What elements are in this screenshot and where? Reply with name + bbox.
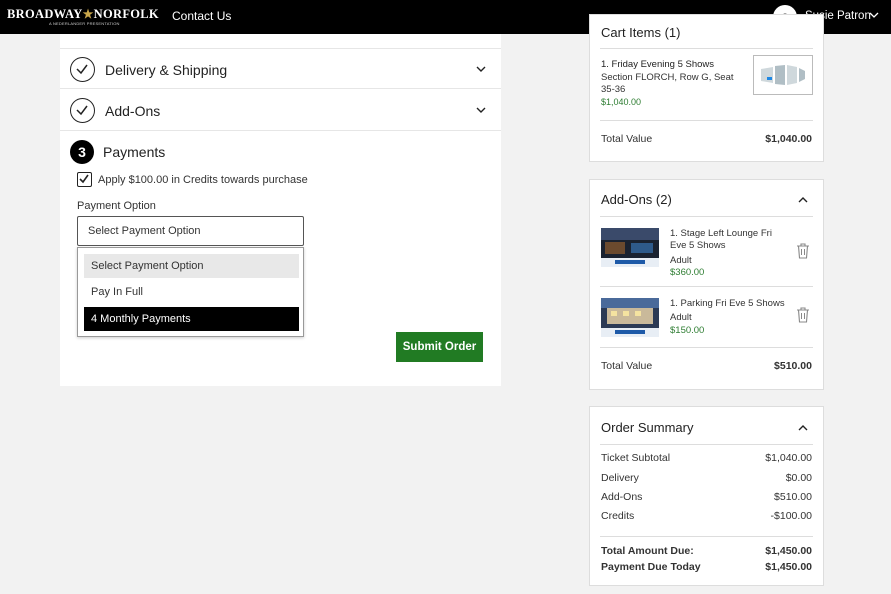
cart-total-value: $1,040.00: [765, 133, 812, 145]
section-label: Delivery & Shipping: [105, 62, 228, 78]
check-circle-icon: [70, 57, 95, 82]
addon-item-price: $150.00: [670, 325, 705, 336]
logo-subtitle: A NEDERLANDER PRESENTATION: [49, 21, 120, 26]
chevron-up-icon[interactable]: [797, 194, 809, 206]
total-due-label: Total Amount Due:: [601, 545, 694, 557]
trash-icon[interactable]: [796, 243, 810, 259]
summary-row-label: Credits: [601, 510, 635, 522]
star-icon: ★: [82, 7, 94, 21]
addons-total-label: Total Value: [601, 360, 653, 372]
section-add-ons[interactable]: Add-Ons: [60, 90, 501, 131]
divider: [600, 286, 813, 287]
addon-item-price: $360.00: [670, 267, 705, 278]
payments-title: Payments: [103, 144, 166, 160]
option-select-payment[interactable]: Select Payment Option: [84, 254, 299, 278]
option-4-monthly-payments[interactable]: 4 Monthly Payments: [84, 307, 299, 331]
add-ons-card: Add-Ons (2) 1. Stage Left Lounge Fri Eve…: [589, 179, 824, 390]
total-due-value: $1,450.00: [765, 545, 812, 557]
add-ons-title: Add-Ons (2): [601, 192, 672, 207]
cart-item-price: $1,040.00: [601, 97, 642, 107]
cart-item-seat: Section FLORCH, Row G, Seat 35-36: [601, 72, 734, 95]
chevron-down-icon[interactable]: [475, 63, 487, 75]
apply-credits-label[interactable]: Apply $100.00 in Credits towards purchas…: [98, 174, 308, 186]
chevron-down-icon[interactable]: [869, 10, 879, 20]
apply-credits-checkbox[interactable]: [77, 172, 92, 187]
chevron-down-icon[interactable]: [475, 104, 487, 116]
cart-item-name: 1. Friday Evening 5 Shows: [601, 59, 715, 70]
cart-items-card: Cart Items (1) 1. Friday Evening 5 Shows…: [589, 14, 824, 162]
section-delivery-shipping[interactable]: Delivery & Shipping: [60, 48, 501, 89]
divider: [600, 536, 813, 537]
order-summary-title: Order Summary: [601, 420, 694, 435]
addon-item-type: Adult: [670, 255, 692, 266]
summary-row-label: Add-Ons: [601, 491, 643, 503]
stage-left-lounge-image: [601, 228, 659, 267]
seat-map-thumbnail[interactable]: [753, 55, 813, 95]
payment-option-label: Payment Option: [77, 200, 156, 212]
cart-title: Cart Items (1): [601, 25, 681, 40]
chevron-up-icon[interactable]: [797, 422, 809, 434]
divider: [600, 216, 813, 217]
logo-text-norfolk: NORFOLK: [93, 7, 159, 21]
checkout-panel: Delivery & Shipping Add-Ons 3 Payments A…: [60, 34, 501, 386]
divider: [600, 48, 813, 49]
addon-item-type: Adult: [670, 312, 692, 323]
payment-due-today-value: $1,450.00: [765, 561, 812, 573]
cart-total-label: Total Value: [601, 133, 653, 145]
payment-due-today-label: Payment Due Today: [601, 561, 701, 573]
addon-item-name: 1. Stage Left Lounge Fri Eve 5 Shows: [670, 228, 772, 251]
summary-row-value: $0.00: [785, 472, 812, 484]
payment-option-dropdown: Select Payment Option Pay In Full 4 Mont…: [77, 247, 304, 337]
divider: [600, 444, 813, 445]
summary-row-value: $1,040.00: [765, 452, 812, 464]
addons-total-value: $510.00: [774, 360, 812, 372]
parking-image: [601, 298, 659, 337]
broadway-norfolk-logo[interactable]: BROADWAY★NORFOLK: [7, 7, 159, 22]
summary-row-value: -$100.00: [770, 510, 812, 522]
trash-icon[interactable]: [796, 307, 810, 323]
summary-row-label: Delivery: [601, 472, 639, 484]
summary-row-label: Ticket Subtotal: [601, 452, 671, 464]
order-summary-card: Order Summary Ticket Subtotal $1,040.00 …: [589, 406, 824, 586]
check-circle-icon: [70, 98, 95, 123]
summary-row-value: $510.00: [774, 491, 812, 503]
contact-us-link[interactable]: Contact Us: [172, 9, 231, 23]
payment-option-select[interactable]: Select Payment Option: [77, 216, 304, 246]
step-number-badge: 3: [70, 140, 94, 164]
option-pay-in-full[interactable]: Pay In Full: [84, 280, 299, 304]
logo-text-broadway: BROADWAY: [7, 7, 83, 21]
divider: [600, 120, 813, 121]
submit-order-button[interactable]: Submit Order: [396, 332, 483, 362]
addon-item-name: 1. Parking Fri Eve 5 Shows: [670, 298, 785, 309]
section-label: Add-Ons: [105, 103, 161, 119]
divider: [600, 347, 813, 348]
